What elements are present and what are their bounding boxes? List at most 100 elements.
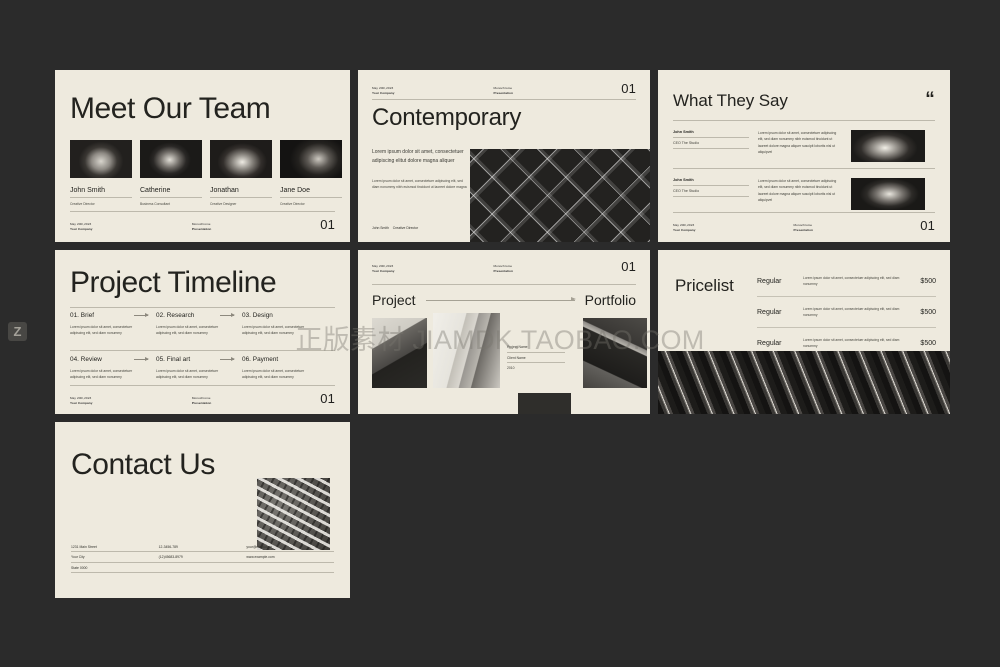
pricelist-rows: Regular Lorem ipsum dolor sit amet, cons…	[757, 266, 936, 359]
footer-meta: May 20th,2023 Your Company Monochrome Pr…	[70, 392, 335, 405]
divider	[70, 350, 335, 351]
timeline-step[interactable]: 02. Research Lorem ipsum dolor sit amet,…	[156, 312, 242, 337]
page-number: 01	[320, 391, 335, 406]
pricelist-panel: Pricelist Regular Lorem ipsum dolor sit …	[658, 250, 950, 351]
plan-price: $500	[920, 277, 936, 285]
testimonial-author: John Smith CEO The Studio	[673, 178, 749, 197]
page-number: 01	[320, 217, 335, 232]
member-role: Creative Director	[70, 201, 95, 206]
address-line: State 0000	[71, 566, 159, 573]
footer-company-name: Your Company	[673, 227, 696, 232]
team-grid: John Smith Creative Director Catherine B…	[70, 140, 342, 206]
footer-kind: Presentation	[191, 400, 212, 405]
title-band: Project Portfolio	[372, 293, 636, 307]
step-label: 03. Design	[242, 312, 273, 319]
timeline-step[interactable]: 01. Brief Lorem ipsum dolor sit amet, co…	[70, 312, 156, 337]
testimonial-row[interactable]: John Smith CEO The Studio Lorem ipsum do…	[673, 178, 935, 210]
timeline-step[interactable]: 03. Design Lorem ipsum dolor sit amet, c…	[242, 312, 328, 337]
member-role: Creative Director	[280, 201, 305, 206]
price-row[interactable]: Regular Lorem ipsum dolor sit amet, cons…	[757, 266, 936, 298]
body-paragraph: Lorem ipsum dolor sit amet, consectetuer…	[372, 178, 467, 189]
footer-company-name: Your Company	[70, 226, 93, 231]
page-title: Pricelist	[675, 276, 734, 295]
timeline-step[interactable]: 05. Final art Lorem ipsum dolor sit amet…	[156, 356, 242, 381]
portfolio-image[interactable]	[372, 318, 427, 388]
contact-web: your@email.com www.example.com	[246, 545, 335, 577]
project-year: 2010	[507, 366, 515, 370]
footer-company: May 20th,2023 Your Company	[673, 223, 794, 232]
slide-footer: May 20th,2023 Your Company Monochrome Pr…	[70, 211, 335, 231]
member-name: John Smith	[70, 187, 106, 194]
timeline-step[interactable]: 06. Payment Lorem ipsum dolor sit amet, …	[242, 356, 328, 381]
email-line[interactable]: your@email.com	[246, 545, 335, 552]
project-details: Project Name Client Name 2010	[507, 345, 565, 376]
header-brand: Monochrome Presentation	[493, 264, 621, 273]
slide-header: May 20th,2023 Your Company Monochrome Pr…	[372, 260, 636, 273]
divider	[372, 99, 636, 100]
slide-header: May 20th,2023 Your Company Monochrome Pr…	[372, 82, 636, 100]
portfolio-image[interactable]	[433, 313, 500, 388]
diagonal-stripe-image	[658, 351, 950, 414]
address-line: Your City	[71, 555, 159, 563]
member-role: Creative Designer	[210, 201, 237, 206]
divider	[372, 284, 636, 285]
project-name: Project Name	[507, 345, 565, 353]
slide-project-timeline[interactable]: Project Timeline 01. Brief Lorem ipsum d…	[55, 250, 350, 414]
footer-company: May 20th,2023 Your Company	[70, 396, 192, 405]
divider	[673, 136, 749, 138]
footer-brand: Monochrome Presentation	[794, 223, 921, 232]
page-title: Contemporary	[372, 104, 522, 131]
author-role: CEO The Studio	[673, 188, 700, 193]
slide-project-portfolio[interactable]: May 20th,2023 Your Company Monochrome Pr…	[358, 250, 650, 414]
phone-line[interactable]: 12-3456-789	[158, 545, 247, 552]
slide-meet-our-team[interactable]: Meet Our Team John Smith Creative Direct…	[55, 70, 350, 242]
page-number: 01	[621, 81, 636, 96]
member-name: Jonathan	[210, 187, 239, 194]
testimonial-row[interactable]: John Smith CEO The Studio Lorem ipsum do…	[673, 130, 935, 162]
divider	[673, 184, 749, 186]
testimonial-text: Lorem ipsum dolor sit amet, consectetuer…	[758, 131, 837, 154]
portfolio-image[interactable]	[583, 318, 647, 388]
divider	[210, 197, 272, 198]
slide-pricelist[interactable]: Pricelist Regular Lorem ipsum dolor sit …	[658, 250, 950, 414]
timeline-step[interactable]: 04. Review Lorem ipsum dolor sit amet, c…	[70, 356, 156, 381]
avatar	[140, 140, 202, 178]
slide-testimonials[interactable]: What They Say “ John Smith CEO The Studi…	[658, 70, 950, 242]
spacer-line	[246, 566, 335, 573]
arrow-right-icon	[425, 297, 576, 301]
header-company-name: Your Company	[372, 268, 395, 273]
plan-desc: Lorem ipsum dolor sit amet, consectetuer…	[803, 276, 900, 287]
step-desc: Lorem ipsum dolor sit amet, consectetuer…	[156, 369, 219, 380]
footer-kind: Presentation	[793, 227, 813, 232]
testimonial-author: John Smith CEO The Studio	[673, 130, 749, 149]
header-meta: May 20th,2023 Your Company Monochrome Pr…	[372, 260, 636, 273]
phone-line[interactable]: (12)45683-8979	[158, 555, 247, 563]
testimonial-text: Lorem ipsum dolor sit amet, consectetuer…	[758, 179, 837, 202]
price-row[interactable]: Regular Lorem ipsum dolor sit amet, cons…	[757, 297, 936, 329]
chevron-pattern-image	[470, 149, 650, 242]
team-member[interactable]: Jonathan Creative Designer	[210, 140, 272, 206]
header-kind: Presentation	[493, 90, 513, 95]
plan-price: $500	[920, 339, 936, 347]
header-company: May 20th,2023 Your Company	[372, 264, 493, 273]
website-line[interactable]: www.example.com	[246, 555, 335, 563]
quote-icon: “	[925, 89, 934, 110]
arrow-right-icon	[220, 357, 235, 361]
step-label: 06. Payment	[242, 356, 279, 363]
plan-name: Regular	[757, 339, 782, 347]
divider	[70, 211, 335, 212]
divider	[673, 195, 749, 197]
team-member[interactable]: John Smith Creative Director	[70, 140, 132, 206]
slide-body: Lorem ipsum dolor sit amet, consectetuer…	[372, 148, 470, 190]
credit-line: John Smith Creative Director	[372, 226, 418, 230]
slide-contact-us[interactable]: Contact Us 1231 Main Street Your City St…	[55, 422, 350, 598]
slide-contemporary[interactable]: May 20th,2023 Your Company Monochrome Pr…	[358, 70, 650, 242]
timeline-row: 01. Brief Lorem ipsum dolor sit amet, co…	[70, 312, 335, 337]
title-left: Project	[372, 292, 416, 308]
footer-meta: May 20th,2023 Your Company Monochrome Pr…	[70, 218, 335, 231]
team-member[interactable]: Jane Doe Creative Director	[280, 140, 342, 206]
header-company: May 20th,2023 Your Company	[372, 86, 493, 95]
team-member[interactable]: Catherine Business Consultant	[140, 140, 202, 206]
divider	[673, 147, 749, 149]
contact-phones: 12-3456-789 (12)45683-8979	[158, 545, 247, 577]
